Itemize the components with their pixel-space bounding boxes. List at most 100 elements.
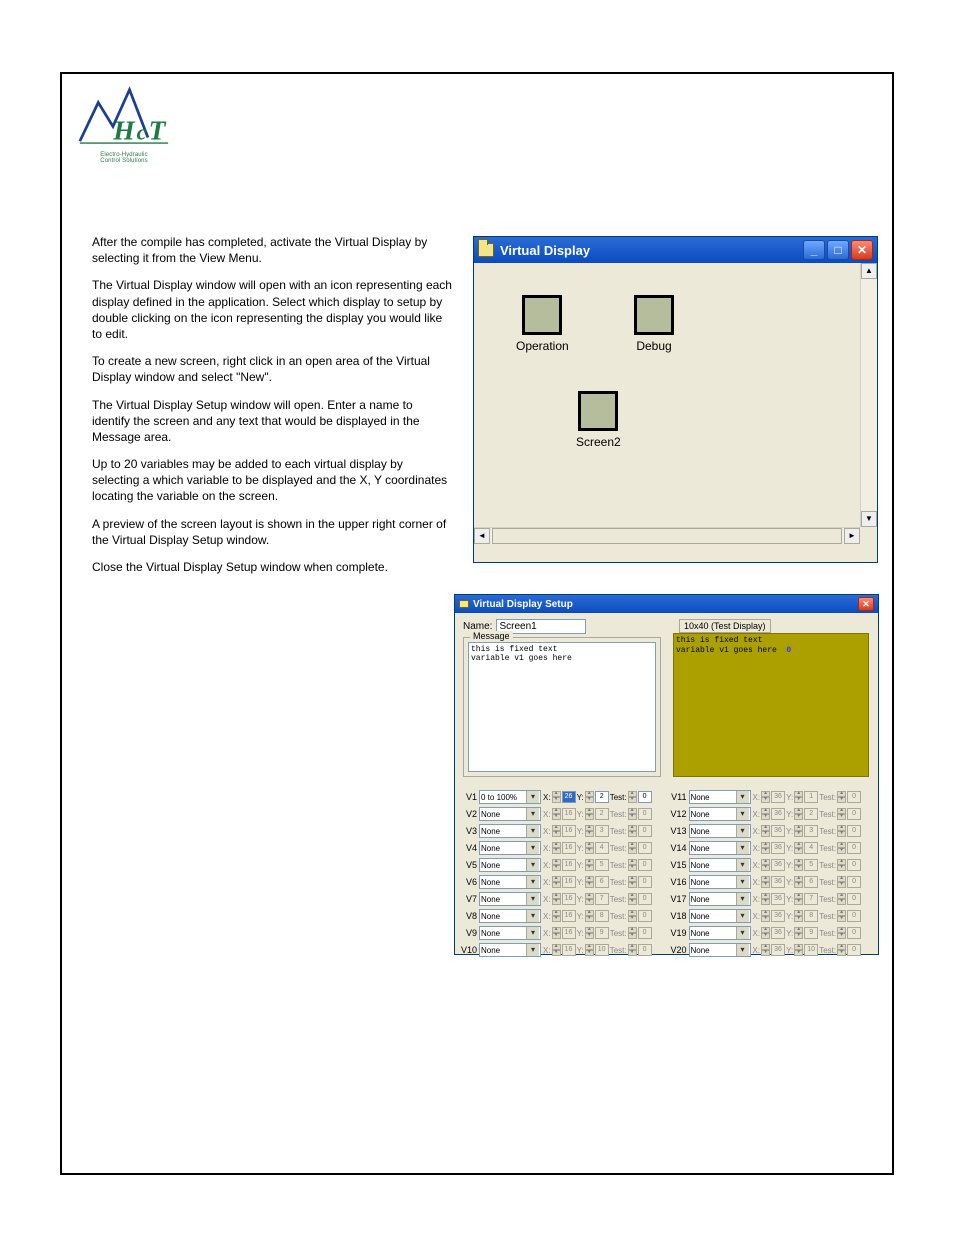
x-label: X:	[753, 827, 761, 836]
test-spinner: ▲▼	[837, 927, 846, 939]
titlebar[interactable]: Virtual Display _ □ ✕	[474, 237, 877, 263]
y-value: 2	[595, 808, 609, 820]
variable-label: V7	[459, 894, 479, 904]
variable-select[interactable]: None	[689, 892, 751, 906]
variable-label: V8	[459, 911, 479, 921]
y-spinner[interactable]: ▲▼	[585, 791, 594, 803]
test-value: 0	[638, 893, 652, 905]
variable-select[interactable]: None	[689, 926, 751, 940]
x-value: 16	[562, 876, 576, 888]
vertical-scrollbar[interactable]: ▲ ▼	[860, 263, 877, 527]
test-spinner: ▲▼	[628, 927, 637, 939]
variable-select[interactable]: None	[479, 875, 541, 889]
y-label: Y:	[786, 929, 793, 938]
test-value: 0	[847, 944, 861, 956]
variable-select[interactable]: None	[689, 943, 751, 957]
x-label: X:	[753, 844, 761, 853]
close-button[interactable]: ✕	[851, 240, 873, 260]
variable-select[interactable]: None	[689, 875, 751, 889]
variable-select[interactable]: 0 to 100%	[479, 790, 541, 804]
y-value[interactable]: 2	[595, 791, 609, 803]
variable-row: V20 None X: ▲▼ 36 Y: ▲▼ 10 Test: ▲▼ 0	[669, 942, 875, 958]
test-spinner: ▲▼	[628, 944, 637, 956]
test-spinner[interactable]: ▲▼	[628, 791, 637, 803]
x-label: X:	[753, 895, 761, 904]
x-spinner: ▲▼	[552, 859, 561, 871]
y-label: Y:	[577, 878, 584, 887]
screen-icon-screen2[interactable]: Screen2	[576, 391, 621, 449]
screen-box-icon	[634, 295, 674, 335]
variable-select[interactable]: None	[689, 807, 751, 821]
variable-select[interactable]: None	[479, 909, 541, 923]
test-spinner: ▲▼	[837, 808, 846, 820]
message-textarea[interactable]: this is fixed text variable v1 goes here	[468, 642, 656, 772]
test-spinner: ▲▼	[628, 910, 637, 922]
x-label: X:	[543, 895, 551, 904]
test-spinner: ▲▼	[837, 876, 846, 888]
test-label: Test:	[819, 793, 836, 802]
close-button[interactable]: ✕	[858, 597, 874, 611]
variable-select[interactable]: None	[689, 824, 751, 838]
variable-row: V7 None X: ▲▼ 16 Y: ▲▼ 7 Test: ▲▼ 0	[459, 891, 665, 907]
variable-select[interactable]: None	[689, 858, 751, 872]
variable-select[interactable]: None	[479, 858, 541, 872]
y-spinner: ▲▼	[794, 808, 803, 820]
variable-select[interactable]: None	[479, 926, 541, 940]
variable-row: V14 None X: ▲▼ 36 Y: ▲▼ 4 Test: ▲▼ 0	[669, 840, 875, 856]
screen-icon-debug[interactable]: Debug	[634, 295, 674, 353]
x-spinner: ▲▼	[761, 825, 770, 837]
horizontal-scrollbar[interactable]: ◄ ►	[474, 527, 860, 544]
y-label: Y:	[786, 827, 793, 836]
test-spinner: ▲▼	[837, 944, 846, 956]
paragraph: Close the Virtual Display Setup window w…	[92, 559, 452, 575]
y-spinner: ▲▼	[585, 893, 594, 905]
screen-icon-operation[interactable]: Operation	[516, 295, 569, 353]
test-value: 0	[847, 927, 861, 939]
x-value: 36	[771, 893, 785, 905]
window-title: Virtual Display	[500, 243, 801, 258]
scroll-down-icon[interactable]: ▼	[861, 511, 877, 527]
y-spinner: ▲▼	[794, 876, 803, 888]
x-value[interactable]: 26	[562, 791, 576, 803]
x-value: 36	[771, 825, 785, 837]
variable-select[interactable]: None	[689, 841, 751, 855]
variable-select[interactable]: None	[479, 807, 541, 821]
y-label: Y:	[577, 946, 584, 955]
x-spinner[interactable]: ▲▼	[552, 791, 561, 803]
y-label: Y:	[786, 861, 793, 870]
scroll-left-icon[interactable]: ◄	[474, 528, 490, 544]
variable-select[interactable]: None	[689, 790, 751, 804]
y-label: Y:	[577, 827, 584, 836]
y-value: 3	[804, 825, 818, 837]
variable-select[interactable]: None	[689, 909, 751, 923]
test-spinner: ▲▼	[628, 842, 637, 854]
test-value: 0	[638, 910, 652, 922]
titlebar[interactable]: Virtual Display Setup ✕	[455, 595, 878, 613]
paragraph: A preview of the screen layout is shown …	[92, 516, 452, 548]
x-value: 36	[771, 808, 785, 820]
logo: H c T Electro-Hydraulic Control Solution…	[78, 86, 170, 168]
y-spinner: ▲▼	[794, 842, 803, 854]
variable-select[interactable]: None	[479, 841, 541, 855]
variable-select[interactable]: None	[479, 824, 541, 838]
scroll-up-icon[interactable]: ▲	[861, 263, 877, 279]
variable-select[interactable]: None	[479, 892, 541, 906]
variable-col-right: V11 None X: ▲▼ 36 Y: ▲▼ 1 Test: ▲▼ 0 V12…	[669, 789, 875, 952]
test-value: 0	[847, 893, 861, 905]
canvas[interactable]: Operation Debug Screen2	[478, 267, 859, 526]
y-value: 7	[804, 893, 818, 905]
maximize-button[interactable]: □	[827, 240, 849, 260]
test-spinner: ▲▼	[628, 808, 637, 820]
scrollbar-thumb[interactable]	[492, 528, 842, 544]
minimize-button[interactable]: _	[803, 240, 825, 260]
test-label: Test:	[819, 827, 836, 836]
test-label: Test:	[610, 878, 627, 887]
scroll-right-icon[interactable]: ►	[844, 528, 860, 544]
x-spinner: ▲▼	[761, 876, 770, 888]
test-value[interactable]: 0	[638, 791, 652, 803]
y-value: 1	[804, 791, 818, 803]
test-label: Test:	[610, 827, 627, 836]
y-value: 5	[595, 859, 609, 871]
variable-row: V6 None X: ▲▼ 16 Y: ▲▼ 6 Test: ▲▼ 0	[459, 874, 665, 890]
variable-select[interactable]: None	[479, 943, 541, 957]
